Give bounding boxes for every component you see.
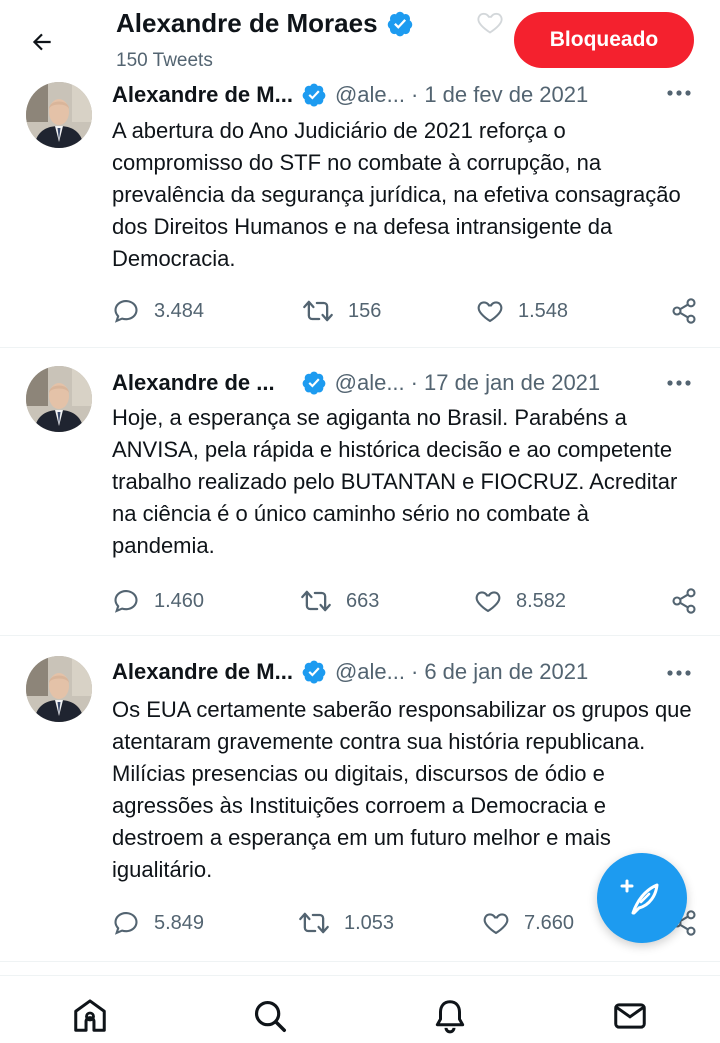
- like-count: 8.582: [516, 589, 567, 612]
- like-count: 7.660: [524, 911, 575, 934]
- author-handle[interactable]: @ale...: [335, 82, 405, 108]
- tweet-header: Alexandre de M... @ale... · 1 de fev de …: [112, 80, 696, 110]
- reply-icon: [114, 300, 138, 323]
- retweet-count: 663: [346, 589, 380, 612]
- tweet-text: Os EUA certamente saberão responsabiliza…: [112, 697, 692, 882]
- reply-button[interactable]: 5.849: [112, 906, 204, 940]
- author-handle[interactable]: @ale...: [335, 659, 405, 685]
- separator-dot: ·: [410, 659, 419, 684]
- search-icon: [254, 1000, 286, 1032]
- verified-badge-icon: [301, 659, 327, 685]
- author-name[interactable]: Alexandre de ...: [112, 370, 275, 396]
- profile-name: Alexandre de Moraes: [116, 8, 378, 38]
- reply-icon: [114, 912, 138, 935]
- tweet-actions: 3.484 156 1.548: [112, 294, 698, 328]
- separator-dot: ·: [410, 370, 418, 395]
- tweet-date[interactable]: 6 de jan de 2021: [424, 659, 588, 685]
- tweet-text: Hoje, a esperança se agiganta no Brasil.…: [112, 405, 678, 558]
- tweet-item[interactable]: Alexandre de M... @ale... · 1 de fev de …: [0, 78, 720, 348]
- more-horizontal-icon[interactable]: [666, 86, 692, 100]
- verified-badge-icon: [386, 10, 414, 38]
- heart-icon: [475, 591, 501, 613]
- like-count: 1.548: [518, 299, 569, 322]
- reply-count: 5.849: [154, 911, 205, 934]
- reply-count: 3.484: [154, 299, 205, 322]
- tweet-date[interactable]: 17 de jan de 2021: [424, 370, 600, 396]
- retweet-button[interactable]: 156: [302, 294, 381, 328]
- tweet-actions: 1.460 663 8.582: [112, 584, 698, 618]
- separator-dot: ·: [410, 82, 419, 107]
- verified-badge-icon: [301, 82, 327, 108]
- tweet-date[interactable]: 1 de fev de 2021: [424, 82, 588, 108]
- retweet-icon: [299, 912, 329, 934]
- retweet-count: 1.053: [344, 911, 395, 934]
- profile-header: Alexandre de Moraes 150 Tweets Bloqueado: [0, 0, 720, 78]
- nav-notifications[interactable]: [430, 996, 470, 1036]
- author-name[interactable]: Alexandre de M...: [112, 82, 293, 108]
- verified-badge-icon: [301, 370, 327, 396]
- nav-home[interactable]: [70, 996, 110, 1036]
- author-handle[interactable]: @ale...: [335, 370, 405, 396]
- heart-icon: [477, 301, 503, 323]
- retweet-icon: [303, 300, 333, 322]
- like-button[interactable]: 7.660: [482, 906, 574, 940]
- profile-title: Alexandre de Moraes: [116, 8, 414, 39]
- heart-icon: [477, 12, 503, 34]
- like-button[interactable]: 8.582: [474, 584, 566, 618]
- author-name[interactable]: Alexandre de M...: [112, 659, 293, 685]
- reply-button[interactable]: 3.484: [112, 294, 204, 328]
- avatar[interactable]: [26, 656, 92, 722]
- share-icon[interactable]: [670, 297, 698, 325]
- tweet-text: A abertura do Ano Judiciário de 2021 ref…: [112, 118, 681, 271]
- compose-icon: [620, 879, 659, 915]
- tweet-count: 150 Tweets: [116, 50, 213, 71]
- back-button[interactable]: [22, 22, 62, 62]
- compose-button[interactable]: [597, 853, 687, 943]
- share-icon[interactable]: [670, 587, 698, 615]
- mail-icon: [614, 1003, 646, 1029]
- retweet-button[interactable]: 663: [300, 584, 379, 618]
- avatar[interactable]: [26, 366, 92, 432]
- reply-count: 1.460: [154, 589, 205, 612]
- blocked-button[interactable]: Bloqueado: [514, 12, 694, 68]
- nav-search[interactable]: [250, 996, 290, 1036]
- bell-icon: [435, 1000, 465, 1034]
- reply-button[interactable]: 1.460: [112, 584, 204, 618]
- bottom-navigation: [0, 975, 720, 1043]
- more-horizontal-icon[interactable]: [666, 666, 692, 680]
- reply-icon: [114, 590, 138, 613]
- avatar[interactable]: [26, 82, 92, 148]
- retweet-count: 156: [348, 299, 382, 322]
- tweet-header: Alexandre de ... @ale... · 17 de jan de …: [112, 368, 696, 398]
- nav-messages[interactable]: [610, 996, 650, 1036]
- retweet-button[interactable]: 1.053: [298, 906, 394, 940]
- more-horizontal-icon[interactable]: [666, 376, 692, 390]
- tweet-item[interactable]: Alexandre de ... @ale... · 17 de jan de …: [0, 348, 720, 636]
- home-icon: [74, 999, 106, 1032]
- tweet-header: Alexandre de M... @ale... · 6 de jan de …: [112, 657, 696, 687]
- heart-icon: [483, 913, 509, 935]
- retweet-icon: [301, 590, 331, 612]
- arrow-left-icon: [32, 33, 51, 51]
- like-button[interactable]: 1.548: [476, 294, 568, 328]
